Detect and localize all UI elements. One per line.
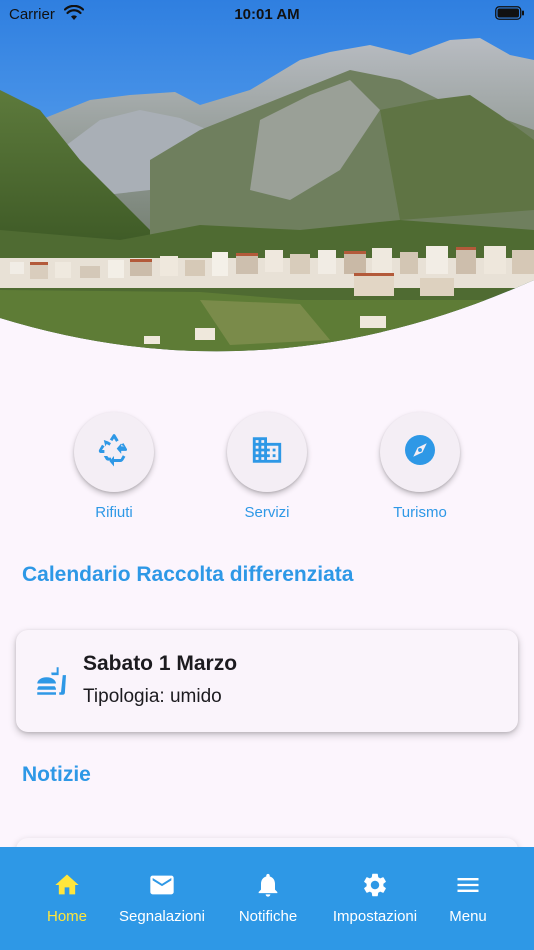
- hero-landscape-image: [0, 0, 534, 356]
- shortcut-servizi-label: Servizi: [244, 504, 290, 521]
- shortcut-rifiuti[interactable]: Rifiuti: [59, 412, 169, 521]
- nav-item-impostazioni[interactable]: Impostazioni: [322, 847, 428, 950]
- bell-icon: [254, 871, 282, 904]
- compass-icon: [402, 432, 438, 473]
- gear-icon: [361, 871, 389, 904]
- menu-icon: [454, 871, 482, 904]
- shortcut-servizi[interactable]: Servizi: [212, 412, 322, 521]
- shortcut-servizi-circle[interactable]: [227, 412, 307, 492]
- nav-item-notifiche[interactable]: Notifiche: [214, 847, 322, 950]
- shortcut-rifiuti-label: Rifiuti: [95, 504, 133, 521]
- nav-label-notifiche: Notifiche: [238, 908, 298, 925]
- nav-label-menu: Menu: [449, 908, 487, 925]
- calendar-section-title: Calendario Raccolta differenziata: [22, 563, 354, 586]
- status-bar: Carrier 10:01 AM: [0, 0, 534, 30]
- calendar-entry-date: Sabato 1 Marzo: [83, 652, 238, 675]
- building-icon: [250, 433, 284, 472]
- shortcut-turismo-label: Turismo: [393, 504, 447, 521]
- shortcut-turismo-circle[interactable]: [380, 412, 460, 492]
- nav-label-segnalazioni: Segnalazioni: [119, 908, 205, 925]
- status-time: 10:01 AM: [234, 6, 300, 23]
- home-icon: [53, 871, 81, 904]
- news-section-title: Notizie: [22, 763, 91, 786]
- mail-icon: [148, 871, 176, 904]
- quick-shortcuts: Rifiuti Servizi Turismo: [0, 412, 534, 527]
- shortcut-turismo[interactable]: Turismo: [365, 412, 475, 521]
- battery-icon: [495, 6, 525, 24]
- calendar-entry-type: Tipologia: umido: [83, 686, 222, 707]
- bottom-navigation-bar: Home Segnalazioni Notifiche Impostazioni: [0, 847, 534, 950]
- nav-item-menu[interactable]: Menu: [428, 847, 508, 950]
- recycle-icon: [96, 432, 132, 473]
- shortcut-rifiuti-circle[interactable]: [74, 412, 154, 492]
- nav-label-impostazioni: Impostazioni: [332, 908, 418, 925]
- food-waste-icon: [36, 666, 66, 701]
- nav-item-segnalazioni[interactable]: Segnalazioni: [108, 847, 216, 950]
- calendar-entry-card[interactable]: Sabato 1 Marzo Tipologia: umido: [16, 630, 518, 732]
